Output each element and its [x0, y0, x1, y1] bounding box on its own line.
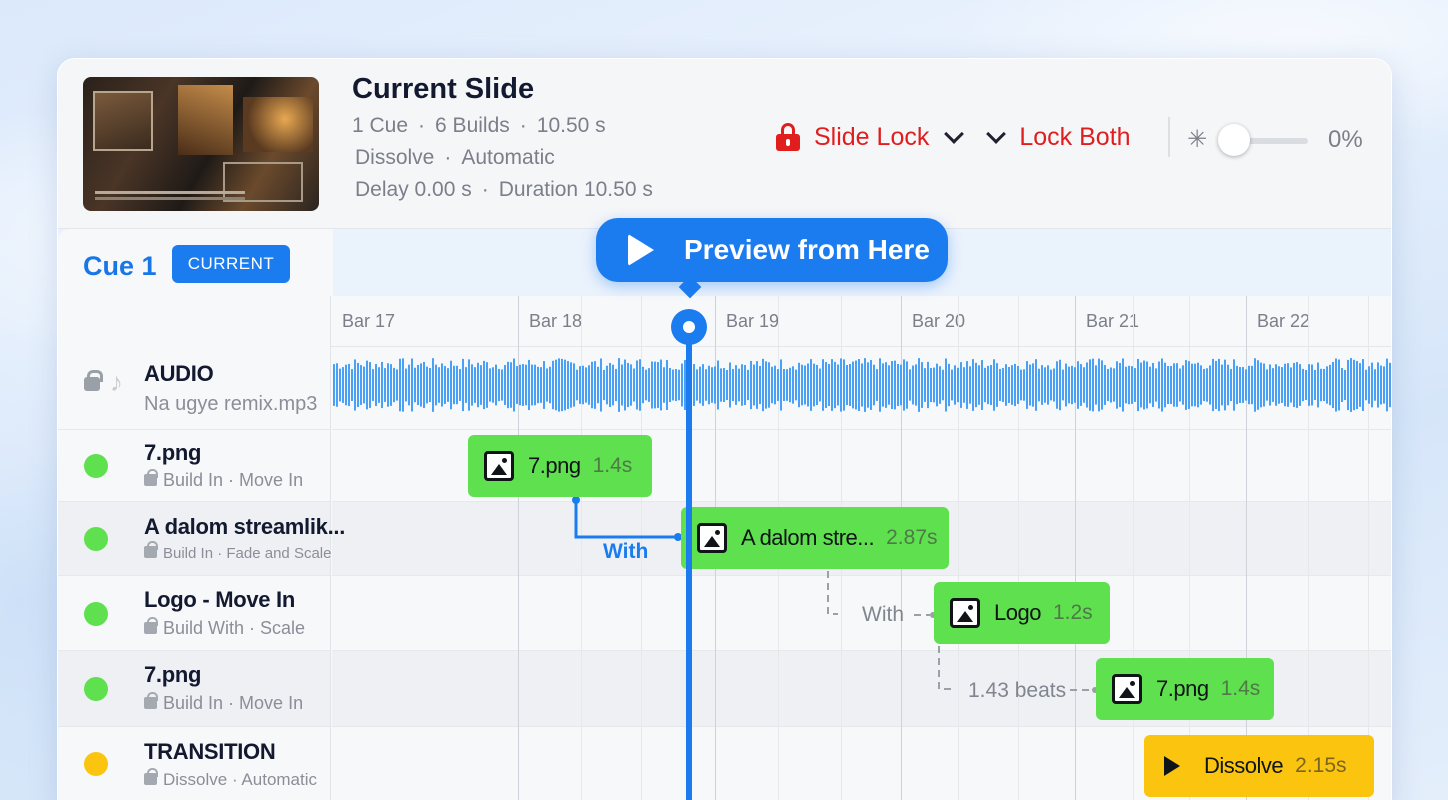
transition-summary: Dissolve · Automatic	[355, 146, 555, 169]
row-name: 7.png	[144, 662, 202, 687]
status-dot	[84, 527, 108, 551]
slide-header: Current Slide 1 Cue · 6 Builds · 10.50 s Dis…	[58, 59, 1391, 229]
row-subtitle: Build In · Move In	[144, 469, 303, 491]
chevron-down-icon[interactable]	[986, 124, 1007, 144]
build-block[interactable]: 7.png 1.4s	[1096, 658, 1274, 720]
status-dot	[84, 454, 108, 478]
build-row[interactable]: A dalom streamlik... Build In · Fade and…	[58, 502, 345, 576]
build-row[interactable]: 7.png Build In · Move In	[58, 651, 330, 727]
row-subtitle: Na ugye remix.mp3	[144, 393, 318, 415]
bar-label: Bar 21	[1086, 311, 1140, 331]
cue-tab[interactable]: Cue 1 CURRENT	[58, 229, 333, 296]
row-subtitle: Build In · Move In	[144, 692, 303, 714]
build-block[interactable]: 7.png 1.4s	[468, 435, 652, 497]
image-icon	[950, 598, 980, 628]
build-block[interactable]: A dalom stre... 2.87s	[681, 507, 949, 569]
bar-label: Bar 17	[342, 311, 396, 331]
with-label: With	[862, 603, 904, 626]
lock-icon	[776, 123, 800, 151]
slide-thumbnail[interactable]	[83, 77, 319, 211]
bar-label: Bar 18	[529, 311, 583, 331]
image-icon	[1112, 674, 1142, 704]
beats-label: 1.43 beats	[968, 679, 1067, 702]
lock-icon	[144, 541, 158, 558]
image-icon	[484, 451, 514, 481]
preview-from-here-button[interactable]: Preview from Here	[596, 218, 948, 282]
play-icon	[1164, 756, 1180, 776]
row-name: 7.png	[144, 440, 202, 465]
audio-waveform[interactable]	[333, 358, 1392, 412]
lock-controls: Slide Lock Lock Both	[776, 119, 1131, 155]
row-subtitle: Build With · Scale	[144, 617, 305, 639]
bar-label: Bar 19	[726, 311, 780, 331]
current-badge: CURRENT	[172, 245, 290, 283]
lock-icon	[144, 768, 158, 785]
lock-icon	[144, 617, 158, 634]
divider	[1168, 117, 1170, 157]
playhead-handle[interactable]	[671, 309, 707, 345]
cue-title: Cue 1	[83, 251, 157, 281]
build-row[interactable]: 7.png Build In · Move In	[58, 430, 330, 502]
slide-summary: 1 Cue · 6 Builds · 10.50 s	[352, 114, 606, 137]
play-icon	[628, 234, 654, 266]
status-dot	[84, 752, 108, 776]
build-timeline-window: Current Slide 1 Cue · 6 Builds · 10.50 s Dis…	[57, 58, 1392, 800]
brightness-icon: ✳	[1187, 126, 1208, 153]
slide-title: Current Slide	[352, 73, 535, 105]
transition-row[interactable]: TRANSITION Dissolve · Automatic	[58, 727, 330, 800]
slide-lock-button[interactable]: Slide Lock	[814, 123, 929, 152]
build-row[interactable]: Logo - Move In Build With · Scale	[58, 576, 330, 651]
audio-row[interactable]: ♪ AUDIO Na ugye remix.mp3	[58, 347, 330, 430]
image-icon	[697, 523, 727, 553]
bar-label: Bar 22	[1257, 311, 1311, 331]
opacity-value: 0%	[1328, 126, 1363, 153]
opacity-slider-knob[interactable]	[1218, 124, 1250, 156]
lock-icon[interactable]	[84, 370, 103, 391]
track-list: ♪ AUDIO Na ugye remix.mp3 7.png Build In…	[58, 296, 345, 800]
lock-both-button[interactable]: Lock Both	[1019, 123, 1130, 152]
music-note-icon: ♪	[110, 367, 123, 397]
row-name: AUDIO	[144, 361, 214, 386]
row-subtitle: Build In · Fade and Scale	[144, 541, 331, 562]
timing-summary: Delay 0.00 s · Duration 10.50 s	[355, 178, 653, 201]
row-name: TRANSITION	[144, 739, 276, 764]
build-block[interactable]: Logo 1.2s	[934, 582, 1110, 644]
row-name: A dalom streamlik...	[144, 514, 346, 539]
playhead[interactable]	[686, 319, 692, 800]
chevron-down-icon[interactable]	[944, 124, 965, 144]
preview-label: Preview from Here	[684, 234, 930, 265]
status-dot	[84, 602, 108, 626]
row-name: Logo - Move In	[144, 587, 296, 612]
transition-block[interactable]: Dissolve 2.15s	[1144, 735, 1374, 797]
lock-icon	[144, 469, 158, 486]
lock-icon	[144, 692, 158, 709]
row-subtitle: Dissolve · Automatic	[144, 768, 317, 790]
with-label: With	[603, 540, 649, 563]
status-dot	[84, 677, 108, 701]
